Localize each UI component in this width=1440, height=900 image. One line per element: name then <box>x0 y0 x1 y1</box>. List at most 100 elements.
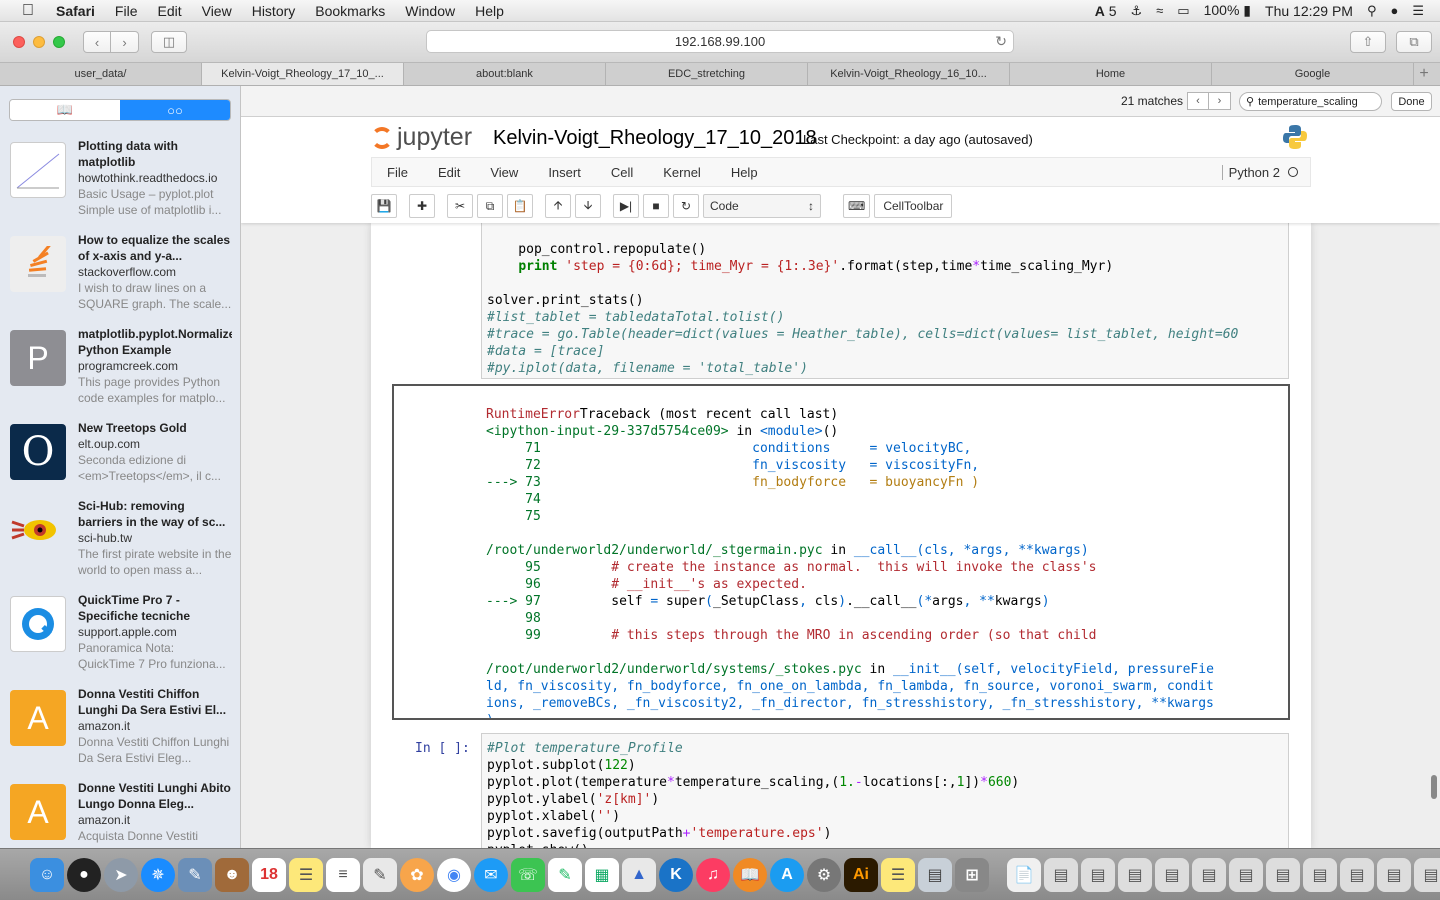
contacts-icon[interactable]: ☻ <box>215 857 249 892</box>
chrome-icon[interactable]: ◉ <box>437 857 471 892</box>
move-cell-down-button[interactable]: 🡫 <box>575 194 601 218</box>
menu-edit[interactable]: Edit <box>147 3 191 19</box>
move-cell-up-button[interactable]: 🡩 <box>545 194 571 218</box>
spotlight-icon[interactable]: ⚲ <box>1367 3 1377 19</box>
preview-icon[interactable]: ✎ <box>178 857 212 892</box>
safari-dock-icon[interactable]: ✵ <box>141 857 175 892</box>
tab-kelvin-voigt-17[interactable]: Kelvin-Voigt_Rheology_17_10_... <box>202 63 404 85</box>
tab-kelvin-voigt-16[interactable]: Kelvin-Voigt_Rheology_16_10... <box>808 63 1010 85</box>
find-done-button[interactable]: Done <box>1391 92 1432 111</box>
cell-type-select[interactable]: Code ↕ <box>703 194 821 218</box>
jp-menu-edit[interactable]: Edit <box>423 165 475 180</box>
menu-help[interactable]: Help <box>465 3 514 19</box>
menu-window[interactable]: Window <box>395 3 465 19</box>
docker-icon[interactable]: ⚓ <box>1131 3 1143 19</box>
find-input[interactable]: ⚲ temperature_scaling <box>1239 92 1382 111</box>
copy-cell-button[interactable]: ⧉ <box>477 194 503 218</box>
cut-cell-button[interactable]: ✂ <box>447 194 473 218</box>
minimize-window-button[interactable] <box>33 36 45 48</box>
reading-list-item[interactable]: Sci-Hub: removing barriers in the way of… <box>10 498 232 592</box>
reload-icon[interactable]: ↻ <box>995 33 1007 50</box>
new-tab-button[interactable]: + <box>1414 63 1434 85</box>
messages-icon[interactable]: ✉ <box>474 857 508 892</box>
restart-kernel-button[interactable]: ↻ <box>673 194 699 218</box>
jp-menu-help[interactable]: Help <box>716 165 773 180</box>
tab-home[interactable]: Home <box>1010 63 1212 85</box>
page-scrollbar[interactable] <box>1431 775 1437 799</box>
screenshot-file-icon[interactable]: ▤ <box>1266 857 1300 892</box>
show-tabs-button[interactable]: ⧉ <box>1396 31 1432 53</box>
screenshot-file-icon[interactable]: ▤ <box>1303 857 1337 892</box>
screenshot-file-icon[interactable]: ▤ <box>1118 857 1152 892</box>
notification-center-icon[interactable]: ☰ <box>1412 3 1424 19</box>
reading-list-item[interactable]: P matplotlib.pyplot.Normalize Python Exa… <box>10 326 232 420</box>
jp-menu-insert[interactable]: Insert <box>533 165 596 180</box>
image-capture-icon[interactable]: ▤ <box>918 857 952 892</box>
screenshot-file-icon[interactable]: ▤ <box>1081 857 1115 892</box>
adobe-status-icon[interactable]: A 5 <box>1095 3 1117 19</box>
screenshot-file-icon[interactable]: ▤ <box>1155 857 1189 892</box>
kite-icon[interactable]: K <box>659 857 693 892</box>
zoom-window-button[interactable] <box>53 36 65 48</box>
photos-icon[interactable]: ✿ <box>400 857 434 892</box>
facetime-icon[interactable]: ☏ <box>511 857 545 892</box>
reminders-icon[interactable]: ≡ <box>326 857 360 892</box>
launchpad-icon[interactable]: ➤ <box>104 857 138 892</box>
menu-bookmarks[interactable]: Bookmarks <box>305 3 395 19</box>
jp-menu-cell[interactable]: Cell <box>596 165 648 180</box>
menu-app-name[interactable]: Safari <box>46 3 105 19</box>
sidebar-toggle-button[interactable]: ◫ <box>151 31 187 53</box>
screenshot-file-icon[interactable]: ▤ <box>1377 857 1411 892</box>
app-store-icon[interactable]: A <box>770 857 804 892</box>
tab-user-data[interactable]: user_data/ <box>0 63 202 85</box>
keynote-icon[interactable]: ▲ <box>622 857 656 892</box>
menu-file[interactable]: File <box>105 3 148 19</box>
jp-menu-file[interactable]: File <box>372 165 423 180</box>
find-previous-button[interactable]: ‹ <box>1187 92 1209 110</box>
code-cell-input[interactable]: #Plot temperature_Profile pyplot.subplot… <box>481 733 1289 848</box>
menubar-clock[interactable]: Thu 12:29 PM <box>1265 3 1353 19</box>
reading-list-item[interactable]: A Donna Vestiti Chiffon Lunghi Da Sera E… <box>10 686 232 780</box>
apple-menu-icon[interactable]:  <box>10 2 46 20</box>
finder-icon[interactable]: ☺ <box>30 857 64 892</box>
system-preferences-icon[interactable]: ⚙ <box>807 857 841 892</box>
itunes-icon[interactable]: ♫ <box>696 857 730 892</box>
screenshot-file-icon[interactable]: ▤ <box>1414 857 1440 892</box>
menu-view[interactable]: View <box>192 3 242 19</box>
share-button[interactable]: ⇧ <box>1350 31 1386 53</box>
code-cell-input[interactable]: pop_control.repopulate() print 'step = {… <box>481 223 1289 379</box>
reading-list-item[interactable]: Plotting data with matplotlib howtothink… <box>10 138 232 232</box>
siri-dock-icon[interactable]: ● <box>67 857 101 892</box>
numbers-icon[interactable]: ▦ <box>585 857 619 892</box>
insert-cell-button[interactable]: ✚ <box>409 194 435 218</box>
address-bar[interactable]: 192.168.99.100 ↻ <box>426 30 1014 53</box>
ibooks-icon[interactable]: 📖 <box>733 857 767 892</box>
close-window-button[interactable] <box>13 36 25 48</box>
back-button[interactable]: ‹ <box>83 31 111 53</box>
paste-cell-button[interactable]: 📋 <box>507 194 533 218</box>
screenshot-file-icon[interactable]: ▤ <box>1192 857 1226 892</box>
battery-status[interactable]: 100% ▮ <box>1204 2 1251 19</box>
reading-list-item[interactable]: QuickTime Pro 7 - Specifiche tecniche su… <box>10 592 232 686</box>
calculator-icon[interactable]: ⊞ <box>955 857 989 892</box>
find-next-button[interactable]: › <box>1209 92 1231 110</box>
tab-about-blank[interactable]: about:blank <box>404 63 606 85</box>
textedit-icon[interactable]: ✎ <box>363 857 397 892</box>
celltoolbar-button[interactable]: CellToolbar <box>874 194 953 218</box>
downloads-stack-icon[interactable]: ▤ <box>1044 857 1078 892</box>
document-icon[interactable]: 📄 <box>1007 857 1041 892</box>
calendar-icon[interactable]: 18 <box>252 857 286 892</box>
jupyter-logo[interactable]: jupyter <box>371 123 472 152</box>
menu-history[interactable]: History <box>242 3 306 19</box>
command-palette-button[interactable]: ⌨ <box>843 194 871 218</box>
screenshot-file-icon[interactable]: ▤ <box>1340 857 1374 892</box>
pages-icon[interactable]: ✎ <box>548 857 582 892</box>
save-button[interactable]: 💾 <box>371 194 397 218</box>
reading-list-item[interactable]: How to equalize the scales of x-axis and… <box>10 232 232 326</box>
reading-list-segment[interactable]: ○○ <box>120 100 230 120</box>
jp-menu-kernel[interactable]: Kernel <box>648 165 716 180</box>
reading-list-item[interactable]: A Donne Vestiti Lunghi Abito Lungo Donna… <box>10 780 232 848</box>
screenshot-file-icon[interactable]: ▤ <box>1229 857 1263 892</box>
tab-google[interactable]: Google <box>1212 63 1414 85</box>
siri-icon[interactable]: ● <box>1390 3 1398 18</box>
